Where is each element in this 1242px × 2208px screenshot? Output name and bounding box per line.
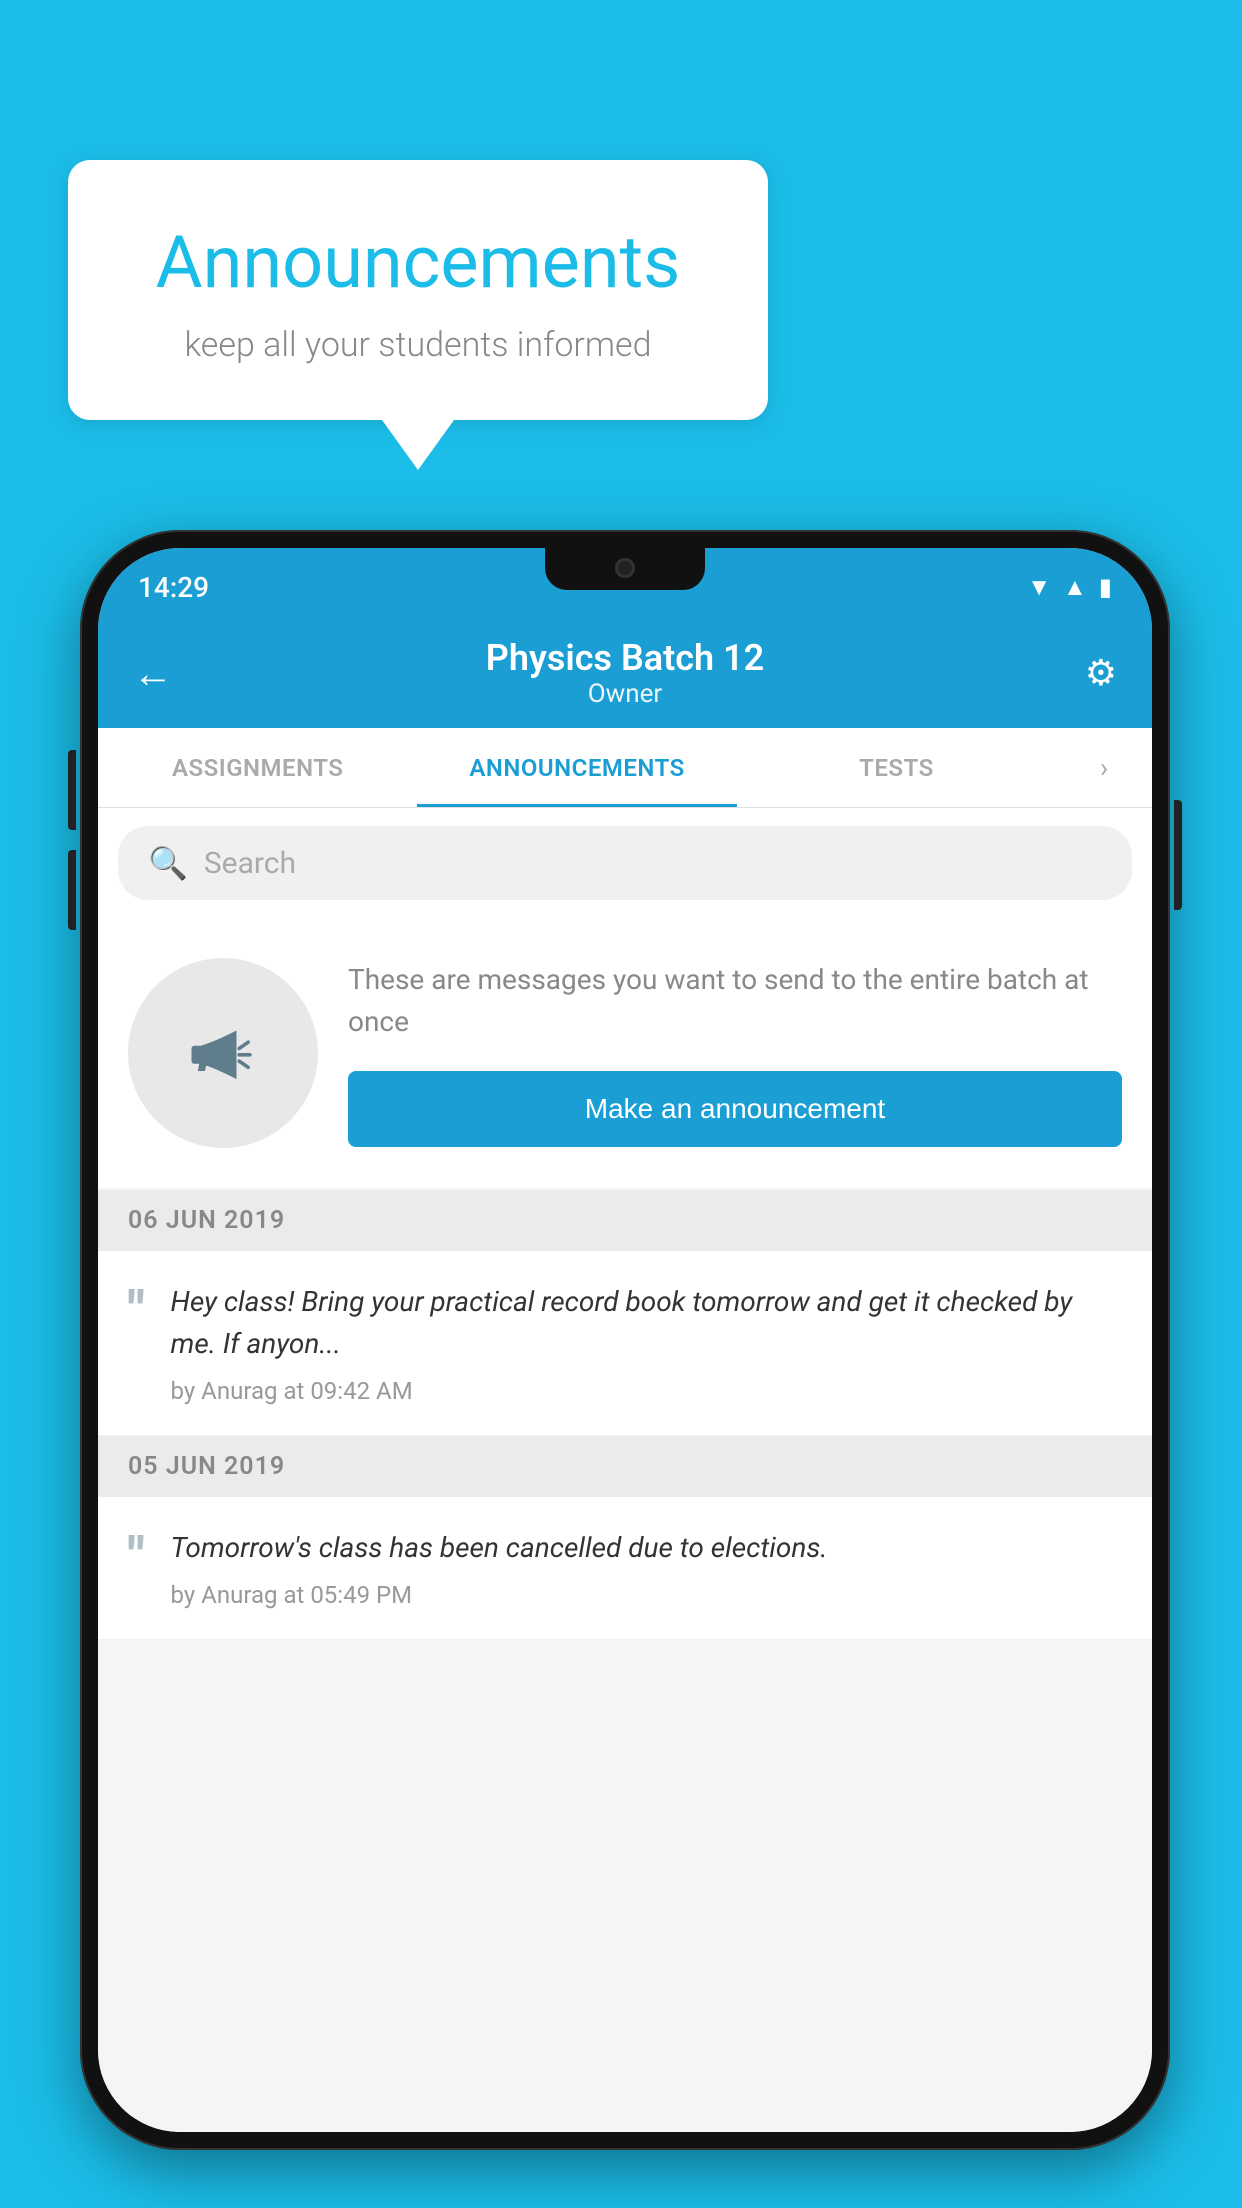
battery-icon: ▮: [1099, 573, 1112, 601]
signal-icon: ▲: [1063, 573, 1087, 602]
phone-screen: 14:29 ▼ ▲ ▮ ← Physics Batch 12 Owner ⚙: [98, 548, 1152, 2132]
status-icons: ▼ ▲ ▮: [1027, 565, 1112, 602]
volume-down-button: [68, 850, 76, 930]
settings-button[interactable]: ⚙: [1057, 652, 1117, 694]
app-bar-subtitle: Owner: [193, 679, 1057, 709]
quote-icon-2: ": [128, 1527, 145, 1583]
status-time: 14:29: [138, 563, 209, 604]
wifi-icon: ▼: [1027, 573, 1051, 602]
tab-assignments[interactable]: ASSIGNMENTS: [98, 728, 417, 807]
date-divider-1: 06 JUN 2019: [98, 1190, 1152, 1251]
tabs-bar: ASSIGNMENTS ANNOUNCEMENTS TESTS ›: [98, 728, 1152, 808]
promo-content: These are messages you want to send to t…: [348, 959, 1122, 1147]
search-icon: 🔍: [148, 844, 188, 882]
volume-up-button: [68, 750, 76, 830]
power-button: [1174, 800, 1182, 910]
promo-card: These are messages you want to send to t…: [98, 918, 1152, 1188]
announcement-text-1: Hey class! Bring your practical record b…: [171, 1281, 1122, 1365]
date-divider-2: 05 JUN 2019: [98, 1436, 1152, 1497]
front-camera: [615, 558, 635, 578]
phone-notch: [545, 548, 705, 590]
announcement-meta-1: by Anurag at 09:42 AM: [171, 1377, 1122, 1405]
quote-icon-1: ": [128, 1281, 145, 1337]
app-bar: ← Physics Batch 12 Owner ⚙: [98, 618, 1152, 728]
tab-tests[interactable]: TESTS: [737, 728, 1056, 807]
announcement-item-2[interactable]: " Tomorrow's class has been cancelled du…: [98, 1497, 1152, 1640]
announcement-meta-2: by Anurag at 05:49 PM: [171, 1581, 1122, 1609]
speech-bubble-subtitle: keep all your students informed: [118, 325, 718, 365]
tab-more-button[interactable]: ›: [1056, 728, 1152, 807]
phone-wrapper: 14:29 ▼ ▲ ▮ ← Physics Batch 12 Owner ⚙: [80, 530, 1170, 2150]
announcement-content-1: Hey class! Bring your practical record b…: [171, 1281, 1122, 1405]
speech-bubble: Announcements keep all your students inf…: [68, 160, 768, 420]
megaphone-icon: [178, 1008, 268, 1098]
promo-icon-circle: [128, 958, 318, 1148]
search-bar[interactable]: 🔍 Search: [118, 826, 1132, 900]
announcement-content-2: Tomorrow's class has been cancelled due …: [171, 1527, 1122, 1609]
speech-bubble-title: Announcements: [118, 220, 718, 305]
search-container: 🔍 Search: [98, 808, 1152, 918]
make-announcement-button[interactable]: Make an announcement: [348, 1071, 1122, 1147]
speech-bubble-container: Announcements keep all your students inf…: [68, 160, 768, 470]
promo-description: These are messages you want to send to t…: [348, 959, 1122, 1043]
speech-bubble-tail: [382, 420, 454, 470]
app-bar-title-area: Physics Batch 12 Owner: [193, 637, 1057, 709]
tab-announcements[interactable]: ANNOUNCEMENTS: [417, 728, 736, 807]
back-button[interactable]: ←: [133, 650, 193, 697]
phone-outer: 14:29 ▼ ▲ ▮ ← Physics Batch 12 Owner ⚙: [80, 530, 1170, 2150]
search-placeholder: Search: [204, 846, 296, 881]
announcement-item-1[interactable]: " Hey class! Bring your practical record…: [98, 1251, 1152, 1436]
announcement-text-2: Tomorrow's class has been cancelled due …: [171, 1527, 1122, 1569]
app-bar-title: Physics Batch 12: [193, 637, 1057, 679]
content-area: 🔍 Search: [98, 808, 1152, 2132]
